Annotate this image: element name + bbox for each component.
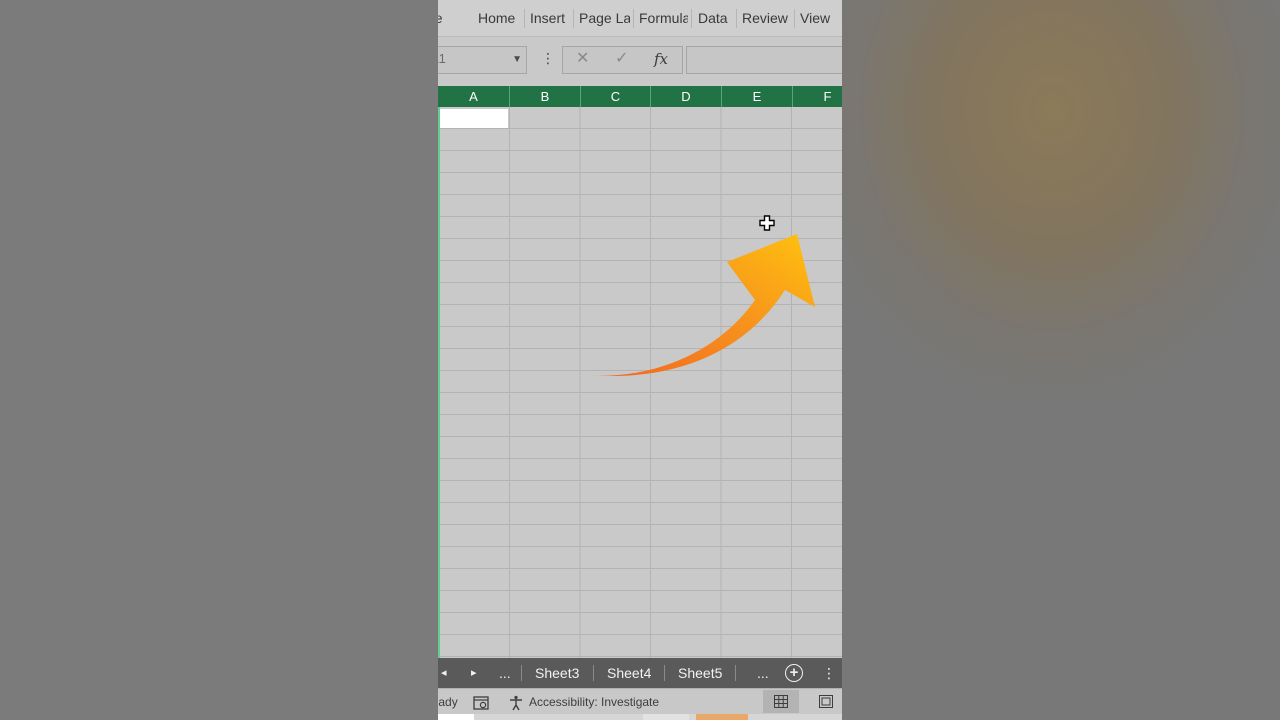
macro-record-icon[interactable] (473, 694, 489, 710)
status-bar: Ready Accessibility: Investigate (438, 688, 842, 715)
sheet-tab-sheet4[interactable]: Sheet4 (607, 658, 651, 688)
tab-file[interactable]: File (438, 0, 450, 36)
ribbon-separator (736, 9, 737, 28)
taskbar-strip (438, 714, 842, 720)
name-box-value: A1 (438, 51, 446, 66)
column-header-f[interactable]: F (792, 86, 842, 107)
tab-formulas[interactable]: Formulas (639, 0, 688, 36)
column-header-b[interactable]: B (509, 86, 580, 107)
tab-separator (521, 665, 522, 681)
cancel-icon[interactable]: ✕ (576, 50, 589, 68)
tab-page-layout[interactable]: Page Layout (579, 0, 630, 36)
ribbon-separator (573, 9, 574, 28)
active-cell[interactable] (440, 109, 508, 128)
ribbon-separator (524, 9, 525, 28)
column-header-a[interactable]: A (438, 86, 509, 107)
taskbar-segment (643, 714, 689, 720)
add-sheet-icon[interactable]: + (785, 664, 803, 682)
tab-insert[interactable]: Insert (530, 0, 568, 36)
cursor-plus-icon (759, 215, 775, 231)
insert-function-icon[interactable]: fx (654, 50, 668, 68)
page-layout-view-button[interactable] (808, 690, 842, 713)
page-layout-view-icon (819, 695, 833, 708)
column-headers: A B C D E F (438, 86, 842, 107)
scroll-tabs-left-icon[interactable]: ◂ (441, 658, 447, 688)
tab-home[interactable]: Home (478, 0, 518, 36)
frozen-row-header-edge (438, 107, 440, 658)
tab-review[interactable]: Review (742, 0, 790, 36)
normal-view-button[interactable] (763, 690, 799, 713)
tab-separator (735, 665, 736, 681)
tab-view[interactable]: View (800, 0, 836, 36)
taskbar-segment (438, 714, 474, 720)
cell-grid[interactable] (438, 107, 842, 658)
formula-bar: A1 ▼ ⋮ ✕ ✓ fx (438, 37, 842, 84)
sheet-tabs-bar: ◂ ▸ ... Sheet3 Sheet4 Sheet5 ... + ⋮ (438, 658, 842, 688)
more-options-icon[interactable]: ⋮ (541, 51, 555, 65)
accessibility-icon[interactable] (508, 694, 525, 711)
tab-separator (664, 665, 665, 681)
scroll-tabs-right-icon[interactable]: ▸ (471, 658, 477, 688)
ribbon-separator (794, 9, 795, 28)
formula-buttons: ✕ ✓ fx (562, 46, 683, 74)
column-header-d[interactable]: D (650, 86, 721, 107)
more-sheets-left[interactable]: ... (499, 658, 511, 688)
right-backdrop (842, 0, 1280, 720)
normal-view-icon (774, 695, 788, 708)
status-ready: Ready (438, 695, 458, 709)
name-box[interactable]: A1 ▼ (438, 46, 527, 74)
column-header-e[interactable]: E (721, 86, 792, 107)
tab-separator (593, 665, 594, 681)
ribbon-separator (633, 9, 634, 28)
ribbon-tabs: File Home Insert Page Layout Formulas Da… (438, 0, 842, 37)
tab-data[interactable]: Data (698, 0, 732, 36)
column-header-c[interactable]: C (580, 86, 650, 107)
accessibility-status[interactable]: Accessibility: Investigate (529, 689, 659, 715)
ribbon-separator (691, 9, 692, 28)
chevron-down-icon[interactable]: ▼ (512, 54, 522, 65)
curved-arrow (587, 234, 815, 376)
more-sheets-right[interactable]: ... (757, 658, 769, 688)
formula-input[interactable] (686, 46, 842, 74)
taskbar-segment (696, 714, 748, 720)
left-backdrop (0, 0, 438, 720)
sheet-tab-sheet3[interactable]: Sheet3 (535, 658, 579, 688)
sheet-options-icon[interactable]: ⋮ (822, 658, 836, 688)
enter-check-icon[interactable]: ✓ (615, 50, 628, 68)
sheet-tab-sheet5[interactable]: Sheet5 (678, 658, 722, 688)
